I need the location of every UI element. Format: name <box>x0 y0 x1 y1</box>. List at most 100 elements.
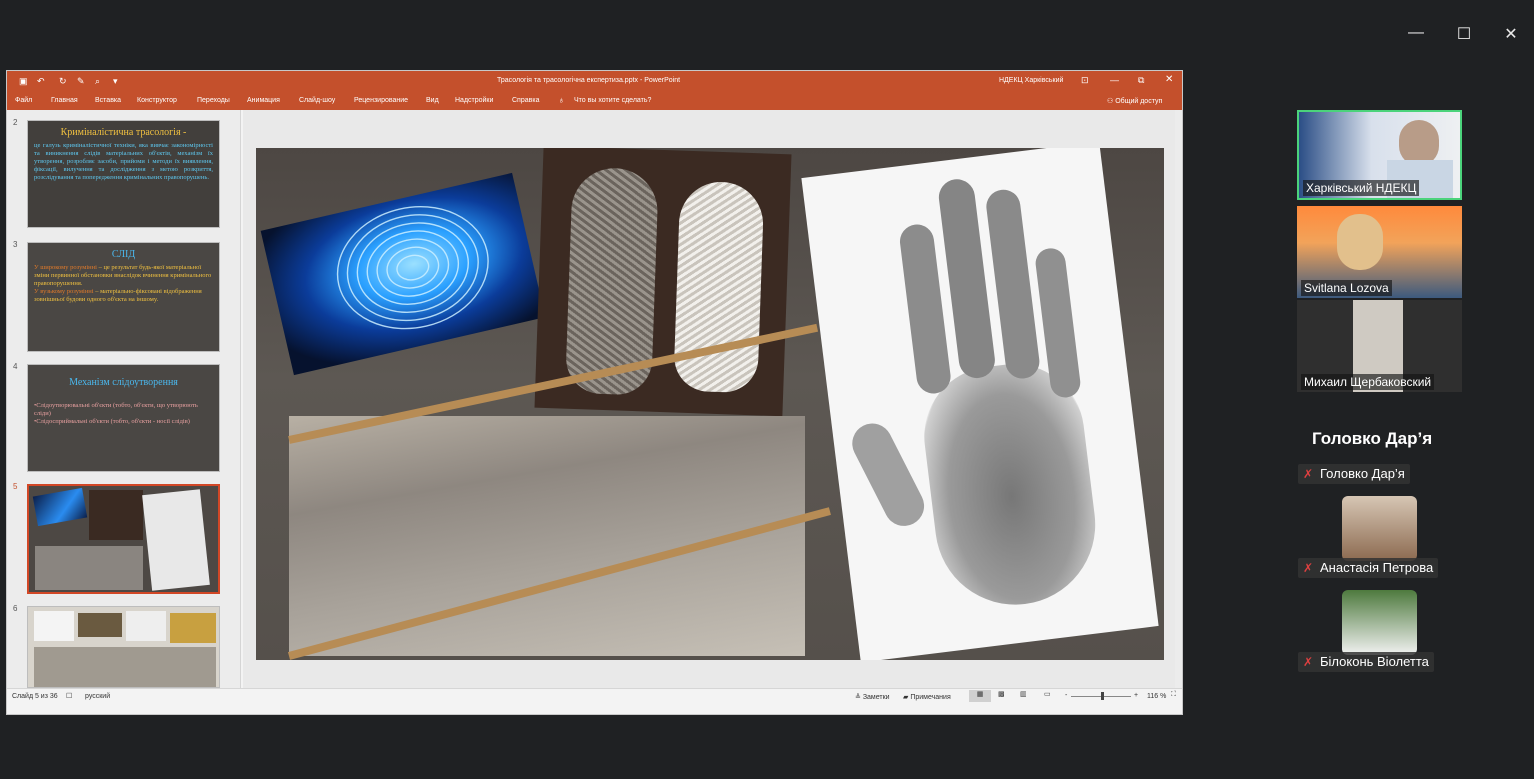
tell-me-input[interactable]: Что вы хотите сделать? <box>574 97 651 104</box>
normal-view-icon[interactable]: ▦ <box>969 690 991 702</box>
tab-insert[interactable]: Вставка <box>95 97 121 104</box>
notes-label: Заметки <box>862 694 890 701</box>
participant-video-tile[interactable]: Харківський НДЕКЦ <box>1297 110 1462 200</box>
tab-slideshow[interactable]: Слайд-шоу <box>299 97 335 104</box>
thumb-bullet: •Слідосприймальні об'єкти (тобто, об'єкт… <box>34 418 190 425</box>
fit-slide-icon[interactable]: ⛶ <box>1171 691 1176 699</box>
customize-icon[interactable]: ▾ <box>113 76 118 87</box>
comments-button[interactable]: ▰ Примечания <box>903 693 951 701</box>
thumb-tool-image <box>126 611 166 641</box>
mic-muted-icon: ✗ <box>1303 655 1314 669</box>
slide-thumbnail-pane: 2 Криміналістична трасологія - це галузь… <box>7 110 241 688</box>
avatar <box>1342 496 1417 561</box>
reading-view-icon[interactable]: ▥ <box>1020 690 1027 698</box>
participant-name: Харківський НДЕКЦ <box>1303 180 1420 196</box>
wooden-frame <box>287 507 831 660</box>
tab-addins[interactable]: Надстройки <box>455 97 493 104</box>
thumb-tool-image <box>78 613 122 637</box>
mic-muted-icon: ✗ <box>1303 467 1314 481</box>
spellcheck-icon[interactable]: ☐ <box>66 692 72 700</box>
document-title: Трасологія та трасологічна експертиза.pp… <box>497 77 681 84</box>
thumb-number: 3 <box>13 240 18 249</box>
fingerprint-image <box>260 172 546 376</box>
share-icon: ⚇ <box>1107 98 1116 105</box>
share-button[interactable]: ⚇ Общий доступ <box>1107 97 1162 105</box>
tab-design[interactable]: Конструктор <box>137 97 177 104</box>
editor-vertical-scrollbar[interactable] <box>1175 110 1182 688</box>
audio-participant[interactable]: ✗ Білоконь Віолетта <box>1298 652 1434 672</box>
thumb-body: це галузь криміналістичної техніки, яка … <box>34 142 213 181</box>
tab-animations[interactable]: Анимация <box>247 97 280 104</box>
format-icon[interactable]: ✎ <box>77 76 85 87</box>
share-label: Общий доступ <box>1115 98 1163 105</box>
slide-sorter-icon[interactable]: ▩ <box>998 690 1005 698</box>
participant-name: Svitlana Lozova <box>1301 280 1392 296</box>
tab-review[interactable]: Рецензирование <box>354 97 408 104</box>
thumb-number: 2 <box>13 118 18 127</box>
account-name[interactable]: НДЕКЦ Харківський <box>999 77 1063 84</box>
pp-restore-icon[interactable]: ⧉ <box>1138 75 1144 86</box>
slide-thumbnail-2[interactable]: Криміналістична трасологія - це галузь к… <box>27 120 220 228</box>
maximize-icon[interactable]: ☐ <box>1452 24 1476 44</box>
slide-thumbnail-3[interactable]: СЛІД У широкому розумінні – це результат… <box>27 242 220 352</box>
redo-icon[interactable]: ↻ <box>59 76 67 87</box>
minimize-icon[interactable]: — <box>1404 24 1428 44</box>
pp-close-icon[interactable]: ✕ <box>1165 74 1173 85</box>
language-indicator[interactable]: русский <box>85 693 110 700</box>
slide-thumbnail-6[interactable] <box>27 606 220 688</box>
undo-icon[interactable]: ↶ <box>37 76 45 87</box>
slide-editor <box>243 110 1182 688</box>
active-speaker-name: Головко Дар’я <box>1312 429 1433 448</box>
current-slide[interactable] <box>256 148 1164 660</box>
tab-transitions[interactable]: Переходы <box>197 97 230 104</box>
comments-label: Примечания <box>910 694 951 701</box>
tab-file[interactable]: Файл <box>15 97 32 104</box>
zoom-slider-thumb[interactable] <box>1101 692 1104 700</box>
fingerprint-ridges <box>336 206 489 330</box>
participant-name: Михаил Щербаковский <box>1301 374 1435 390</box>
participant-video-tile[interactable]: Svitlana Lozova <box>1297 206 1462 298</box>
thumb-tool-image <box>34 611 74 641</box>
tab-help[interactable]: Справка <box>512 97 539 104</box>
notes-button[interactable]: ≜ Заметки <box>855 693 890 701</box>
thumb-number: 5 <box>13 482 18 491</box>
meeting-window: — ☐ ✕ ▣ ↶ ↻ ✎ ⌕ ▾ Трасологія та трасолог… <box>0 0 1534 779</box>
audio-participant[interactable]: ✗ Головко Дар’я <box>1298 464 1410 484</box>
zoom-out-button[interactable]: - <box>1065 692 1067 699</box>
participant-video-tile[interactable]: Михаил Щербаковский <box>1297 300 1462 392</box>
slide-thumbnail-5[interactable] <box>27 484 220 594</box>
pp-minimize-icon[interactable]: — <box>1110 75 1119 85</box>
tab-view[interactable]: Вид <box>426 97 439 104</box>
thumb-bullet: •Слідоутворювальні об'єкти (тобто, об'єк… <box>34 402 198 417</box>
thumb-finger <box>845 416 931 533</box>
participant-name: Білоконь Віолетта <box>1320 654 1429 669</box>
zoom-in-button[interactable]: + <box>1134 692 1138 699</box>
save-icon[interactable]: ▣ <box>19 76 28 87</box>
palm <box>916 356 1105 614</box>
mic-muted-icon: ✗ <box>1303 561 1314 575</box>
close-icon[interactable]: ✕ <box>1499 24 1523 44</box>
thumb-body: У широкому розумінні – це результат будь… <box>28 260 219 308</box>
thumb-tool-image <box>34 647 216 687</box>
audio-participant[interactable]: ✗ Анастасія Петрова <box>1298 558 1439 578</box>
tab-home[interactable]: Главная <box>51 97 78 104</box>
ribbon-tabs: Файл Главная Вставка Конструктор Переход… <box>7 91 1182 110</box>
thumb-fingerprint-image <box>32 487 88 527</box>
participant-name: Головко Дар’я <box>1320 466 1405 481</box>
thumb-number: 4 <box>13 362 18 371</box>
zoom-level[interactable]: 116 % <box>1147 693 1166 700</box>
thumb-tool-image <box>170 613 216 643</box>
slide-thumbnail-4[interactable]: Механізм слідоутворення •Слідоутворюваль… <box>27 364 220 472</box>
lightbulb-icon: ♁ <box>558 95 565 105</box>
thumb-text-label: У широкому розумінні <box>34 264 97 271</box>
thumb-number: 6 <box>13 604 18 613</box>
powerpoint-titlebar: ▣ ↶ ↻ ✎ ⌕ ▾ Трасологія та трасологічна е… <box>7 71 1182 91</box>
preview-icon[interactable]: ⌕ <box>95 76 100 87</box>
slideshow-icon[interactable]: ▭ <box>1044 690 1051 698</box>
avatar <box>1342 590 1417 655</box>
participant-name: Анастасія Петрова <box>1320 560 1434 575</box>
palmprint-image <box>801 148 1159 660</box>
status-bar: Слайд 5 из 36 ☐ русский ≜ Заметки ▰ Прим… <box>7 688 1182 714</box>
ribbon-display-icon[interactable]: ⊡ <box>1081 75 1089 86</box>
slide-counter: Слайд 5 из 36 <box>12 693 58 700</box>
